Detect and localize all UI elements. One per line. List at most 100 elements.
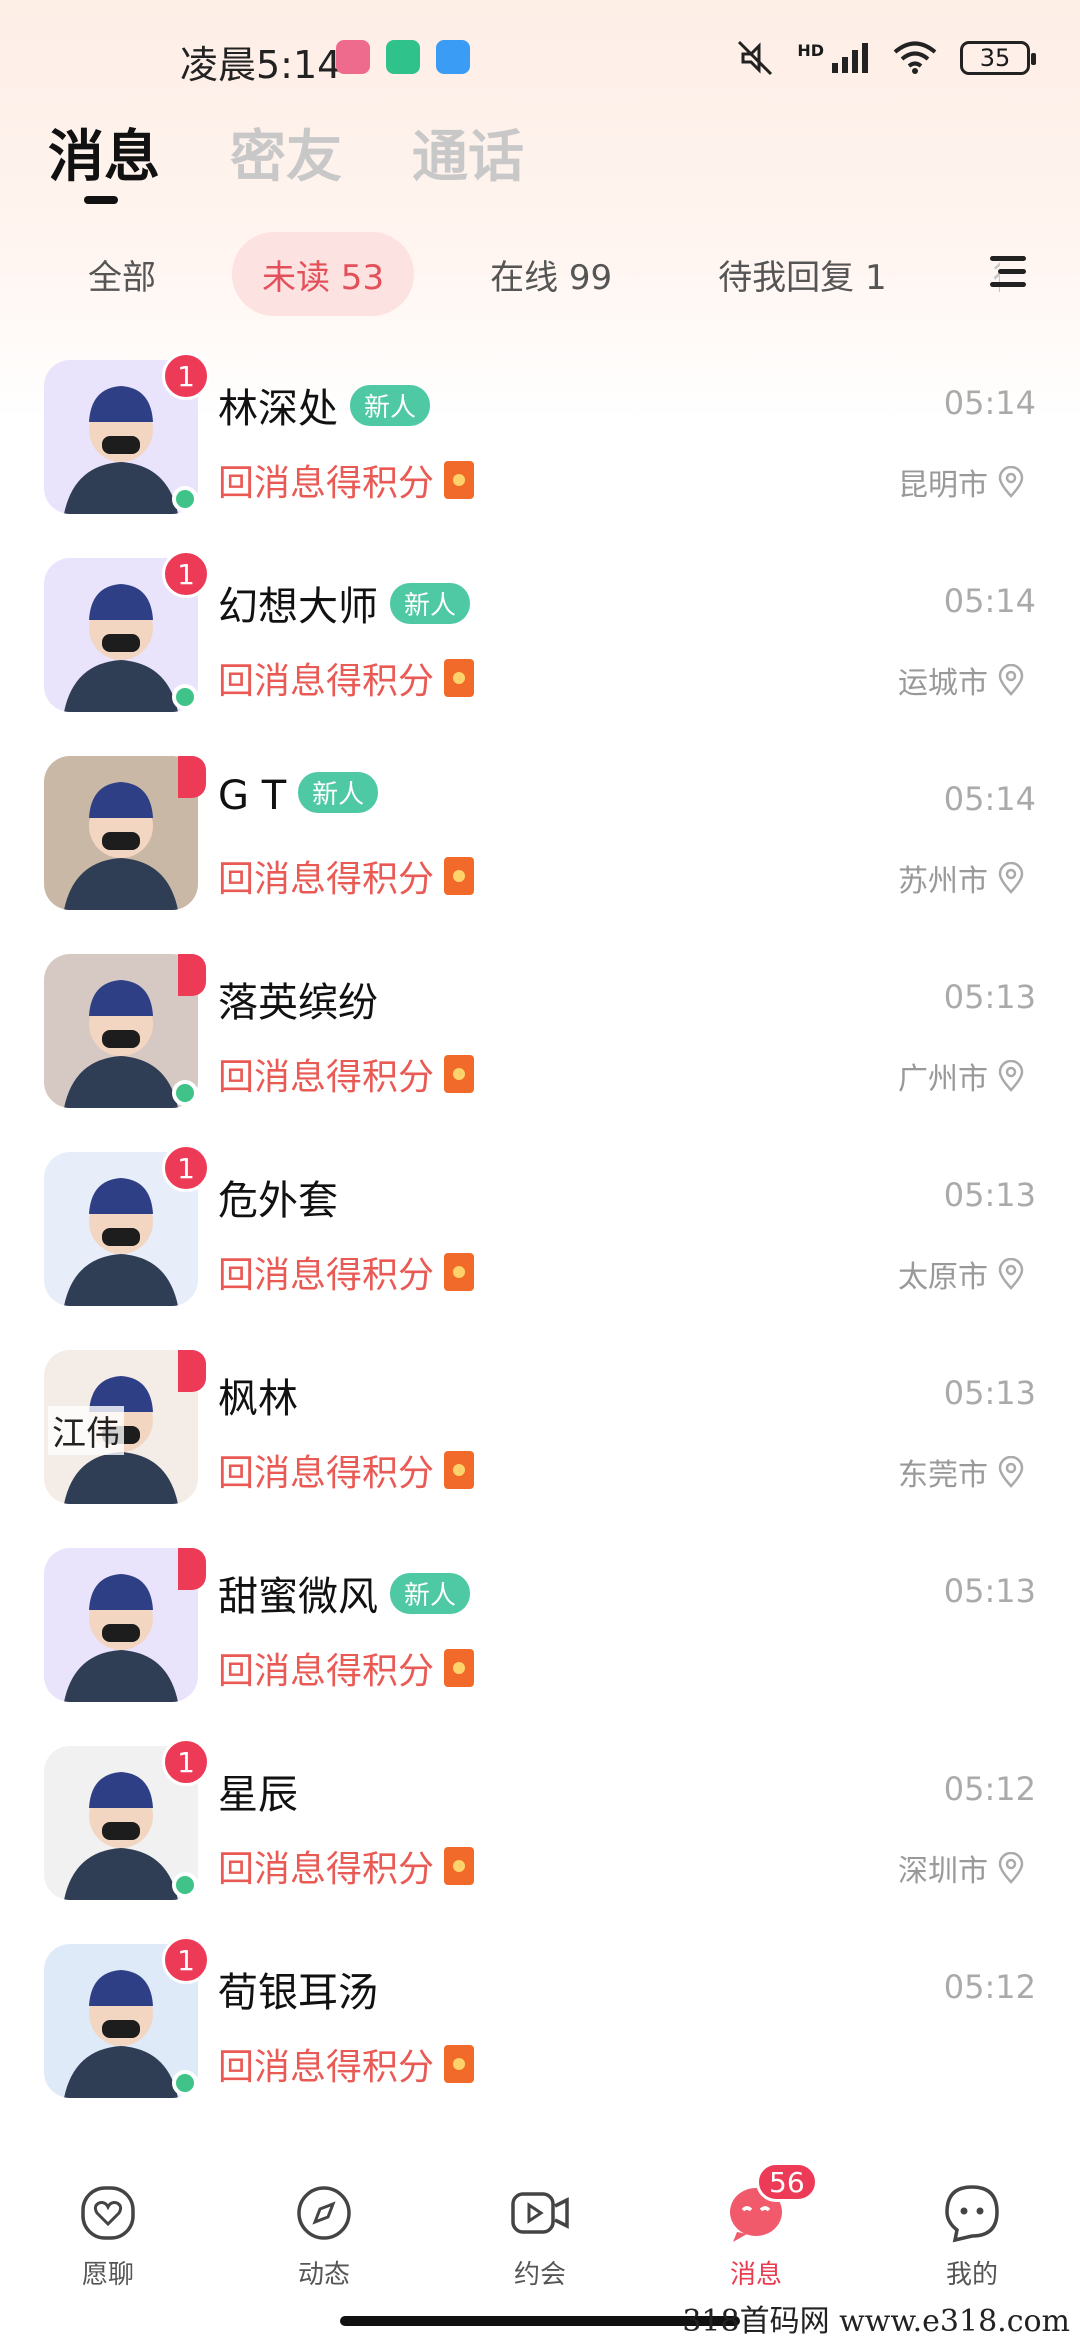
- contact-name: 枫林: [218, 1376, 298, 1422]
- nav-label-profile: 我的: [945, 2260, 998, 2290]
- reward-hint: 回消息得积分: [218, 1642, 475, 1694]
- message-time: 05:14: [943, 582, 1036, 620]
- filter-all[interactable]: 全部: [60, 232, 186, 316]
- signal-icon: [832, 43, 868, 73]
- profile-face-icon: [945, 2185, 999, 2243]
- location-pin-icon: [998, 1060, 1024, 1092]
- avatar-caption: 江伟: [48, 1406, 124, 1455]
- reward-hint-label: 回消息得积分: [218, 1255, 435, 1296]
- reward-hint-label: 回消息得积分: [218, 1453, 435, 1494]
- battery-level: 35: [979, 44, 1011, 72]
- red-packet-icon: [444, 2045, 475, 2083]
- filter-online[interactable]: 在线 99: [460, 232, 642, 316]
- reward-hint: 回消息得积分: [218, 652, 475, 704]
- conversation-row[interactable]: 1 荀银耳汤 05:12 回消息得积分: [0, 1936, 1080, 2134]
- contact-name-line: G T 新人: [218, 772, 379, 819]
- new-user-tag: 新人: [390, 583, 471, 624]
- contact-name-line: 荀银耳汤: [218, 1960, 378, 2018]
- filter-bar: 全部 未读 53 在线 99 待我回复 1 待: [60, 232, 1000, 316]
- reward-hint-label: 回消息得积分: [218, 661, 435, 702]
- contact-name: 荀银耳汤: [218, 1970, 378, 2016]
- message-time: 05:13: [943, 978, 1036, 1016]
- message-time: 05:13: [943, 1572, 1036, 1610]
- location-city: 东莞市: [898, 1458, 988, 1493]
- location-pin-icon: [998, 664, 1024, 696]
- filter-unread[interactable]: 未读 53: [232, 232, 415, 316]
- unread-marker: [178, 1350, 206, 1392]
- contact-name-line: 星辰: [218, 1762, 298, 1820]
- reward-hint: 回消息得积分: [218, 850, 475, 902]
- message-time: 05:13: [943, 1176, 1036, 1214]
- location-city: 广州市: [898, 1062, 988, 1097]
- conversation-row[interactable]: 落英缤纷 05:13 回消息得积分 广州市: [0, 946, 1080, 1144]
- conversation-row[interactable]: 1 星辰 05:12 回消息得积分 深圳市: [0, 1738, 1080, 1936]
- conversation-row[interactable]: 1 林深处 新人 05:14 回消息得积分 昆明市: [0, 352, 1080, 550]
- contact-name: 幻想大师: [218, 584, 378, 630]
- contact-name: 林深处: [218, 386, 338, 432]
- new-user-tag: 新人: [390, 1573, 471, 1614]
- location: 昆明市: [898, 460, 1026, 504]
- message-time: 05:14: [943, 384, 1036, 422]
- status-bar: 凌晨5:14 HD 35: [0, 0, 1080, 120]
- contact-name-line: 幻想大师 新人: [218, 574, 471, 632]
- status-time: 凌晨5:14: [180, 43, 342, 87]
- network-label: HD: [797, 40, 824, 60]
- online-status-dot: [172, 1080, 198, 1106]
- nav-date[interactable]: 约会: [432, 2162, 648, 2340]
- avatar[interactable]: [44, 756, 198, 910]
- red-packet-icon: [444, 659, 475, 697]
- location: 太原市: [898, 1252, 1026, 1296]
- video-app-icon: [436, 40, 470, 74]
- online-status-dot: [172, 1872, 198, 1898]
- avatar[interactable]: [44, 1548, 198, 1702]
- unread-badge: 1: [162, 1144, 210, 1192]
- reward-hint: 回消息得积分: [218, 2038, 475, 2090]
- home-indicator[interactable]: [340, 2316, 740, 2326]
- nav-label-messages: 消息: [729, 2260, 782, 2290]
- online-status-dot: [172, 684, 198, 710]
- nav-label-wish-chat: 愿聊: [81, 2260, 134, 2290]
- conversation-row[interactable]: G T 新人 05:14 回消息得积分 苏州市: [0, 748, 1080, 946]
- nav-label-date: 约会: [513, 2260, 566, 2290]
- unread-badge: 1: [162, 1738, 210, 1786]
- conversation-row[interactable]: 江伟 枫林 05:13 回消息得积分 东莞市: [0, 1342, 1080, 1540]
- contact-name: 危外套: [218, 1178, 338, 1224]
- red-packet-icon: [444, 857, 475, 895]
- avatar[interactable]: 江伟: [44, 1350, 198, 1504]
- nav-wish-chat[interactable]: 愿聊: [0, 2162, 216, 2340]
- contact-name-line: 甜蜜微风 新人: [218, 1564, 471, 1622]
- location: 东莞市: [898, 1450, 1026, 1494]
- message-time: 05:14: [943, 780, 1036, 818]
- reward-hint-label: 回消息得积分: [218, 859, 435, 900]
- reward-hint: 回消息得积分: [218, 454, 475, 506]
- filter-menu-icon[interactable]: [990, 256, 1026, 292]
- conversation-row[interactable]: 1 幻想大师 新人 05:14 回消息得积分 运城市: [0, 550, 1080, 748]
- contact-name: 落英缤纷: [218, 980, 378, 1026]
- tab-close-friends[interactable]: 密友: [230, 112, 342, 193]
- red-packet-icon: [444, 1055, 475, 1093]
- location: 广州市: [898, 1054, 1026, 1098]
- reward-hint: 回消息得积分: [218, 1048, 475, 1100]
- contact-name: 星辰: [218, 1772, 298, 1818]
- nav-feed[interactable]: 动态: [216, 2162, 432, 2340]
- tab-calls[interactable]: 通话: [412, 112, 524, 193]
- message-time: 05:12: [943, 1968, 1036, 2006]
- location-city: 昆明市: [898, 468, 988, 503]
- unread-badge: 1: [162, 550, 210, 598]
- new-user-tag: 新人: [350, 385, 431, 426]
- conversation-row[interactable]: 1 危外套 05:13 回消息得积分 太原市: [0, 1144, 1080, 1342]
- tab-messages[interactable]: 消息: [48, 112, 160, 204]
- compass-icon: [297, 2186, 351, 2240]
- battery-indicator: 35: [960, 41, 1036, 75]
- unread-badge: 1: [162, 352, 210, 400]
- location: 深圳市: [898, 1846, 1026, 1890]
- messages-count-badge: 56: [756, 2162, 818, 2202]
- location-city: 运城市: [898, 666, 988, 701]
- contact-name: 甜蜜微风: [218, 1574, 378, 1620]
- nav-label-feed: 动态: [297, 2260, 350, 2290]
- location-pin-icon: [998, 1852, 1024, 1884]
- conversation-row[interactable]: 甜蜜微风 新人 05:13 回消息得积分: [0, 1540, 1080, 1738]
- location-pin-icon: [998, 1258, 1024, 1290]
- contact-name: G T: [218, 773, 287, 819]
- filter-awaiting-reply[interactable]: 待我回复 1: [688, 232, 916, 316]
